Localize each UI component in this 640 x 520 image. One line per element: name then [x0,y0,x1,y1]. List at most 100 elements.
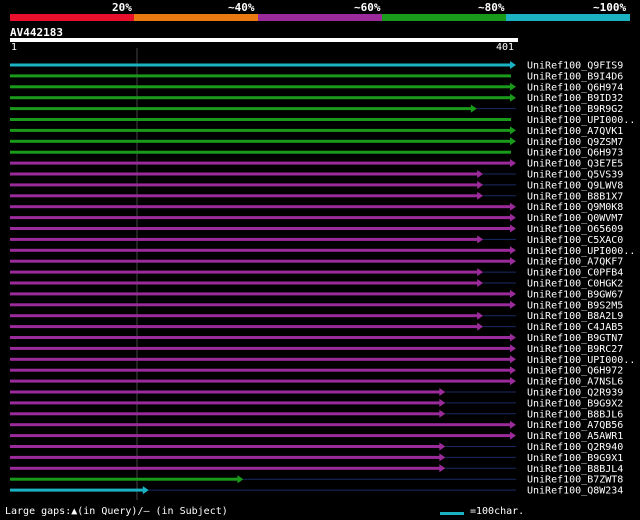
hit-label[interactable]: UniRef100_A7QB56 [527,420,623,431]
hit-label[interactable]: UniRef100_Q8W234 [527,486,623,497]
hit-arrow-icon [477,322,484,331]
hit-bar[interactable] [10,216,511,220]
hit-bar[interactable] [10,412,441,416]
hit-label[interactable]: UniRef100_B8A2L9 [527,311,623,322]
hit-label[interactable]: UniRef100_A7QVK1 [527,126,623,137]
hit-bar[interactable] [10,107,472,111]
hit-arrow-icon [439,442,446,451]
hit-bar[interactable] [10,183,479,187]
hit-label[interactable]: UniRef100_C0PFB4 [527,268,623,279]
hit-label[interactable]: UniRef100_Q6H972 [527,366,623,377]
hit-arrow-icon [510,61,516,69]
hit-label[interactable]: UniRef100_C0HGK2 [527,279,623,290]
hit-label[interactable]: UniRef100_UPI000.. [527,355,635,366]
hit-arrow-icon [510,246,516,255]
hit-label[interactable]: UniRef100_B8B1X7 [527,191,623,202]
hit-bar[interactable] [10,161,511,165]
hit-arrow-icon [510,300,516,309]
hit-arrow-icon [439,453,446,462]
hit-bar[interactable] [10,74,511,78]
hit-bar[interactable] [10,303,511,307]
hit-arrow-icon [510,420,516,429]
hit-label[interactable]: UniRef100_B7ZWT8 [527,475,623,486]
hit-label[interactable]: UniRef100_B8BJL6 [527,409,623,420]
hit-arrow-icon [142,486,149,495]
hit-arrow-icon [439,464,446,473]
hit-arrow-icon [510,224,516,233]
hit-label[interactable]: UniRef100_Q5VS39 [527,170,623,181]
hit-bar[interactable] [10,357,511,361]
hit-bar[interactable] [10,488,144,492]
hit-label[interactable]: UniRef100_B9I4D6 [527,71,623,82]
hit-bar[interactable] [10,423,511,427]
hit-bar[interactable] [10,85,511,89]
hit-label[interactable]: UniRef100_B9GW67 [527,289,623,300]
hit-label[interactable]: UniRef100_B9GTN7 [527,333,623,344]
hit-label[interactable]: UniRef100_UPI000.. [527,246,635,257]
hit-bar[interactable] [10,325,479,329]
hit-bar[interactable] [10,227,511,230]
hit-arrow-icon [470,104,477,113]
hit-arrow-icon [510,344,516,353]
hit-bar[interactable] [10,118,511,121]
hit-bar[interactable] [10,401,441,405]
hit-bar[interactable] [10,194,479,198]
hit-label[interactable]: UniRef100_A7NSL6 [527,377,623,388]
hit-bar[interactable] [10,379,511,383]
hit-label[interactable]: UniRef100_Q2R939 [527,388,623,399]
hit-bar[interactable] [10,128,511,132]
hit-label[interactable]: UniRef100_UPI000.. [527,115,635,126]
hit-bar[interactable] [10,96,511,100]
hit-label[interactable]: UniRef100_C4JAB5 [527,322,623,333]
hit-arrow-icon [510,355,516,364]
hit-label[interactable]: UniRef100_B9S2M5 [527,300,623,311]
hit-bar[interactable] [10,172,479,176]
hit-bar[interactable] [10,292,511,296]
hit-label[interactable]: UniRef100_A7QKF7 [527,257,623,268]
hit-bar[interactable] [10,455,441,459]
hit-label[interactable]: UniRef100_Q9ZSM7 [527,137,623,148]
hit-label[interactable]: UniRef100_Q6H973 [527,148,623,159]
hit-bar[interactable] [10,139,511,143]
hit-bar[interactable] [10,63,511,67]
hit-bar[interactable] [10,150,511,154]
hit-arrow-icon [510,126,516,135]
hit-label[interactable]: UniRef100_B9RC27 [527,344,623,355]
hit-label[interactable]: UniRef100_C5XAC0 [527,235,623,246]
hit-label[interactable]: UniRef100_Q6H974 [527,82,623,93]
hit-label[interactable]: UniRef100_Q9LWV8 [527,180,623,191]
hit-bar[interactable] [10,248,511,252]
hit-label[interactable]: UniRef100_B9G9X1 [527,453,623,464]
hit-bar[interactable] [10,445,441,448]
hit-bar[interactable] [10,259,511,263]
hit-arrow-icon [477,279,484,287]
hit-bar[interactable] [10,237,479,241]
hit-label[interactable]: UniRef100_B9G9X2 [527,398,623,409]
hit-label[interactable]: UniRef100_Q9FIS9 [527,61,623,72]
hit-bar[interactable] [10,205,511,209]
hit-arrow-icon [510,159,516,168]
hit-label[interactable]: UniRef100_O65609 [527,224,623,235]
scale-bar [440,512,464,515]
hit-bar[interactable] [10,346,511,350]
hit-bar[interactable] [10,390,441,394]
hit-label[interactable]: UniRef100_Q0WVM7 [527,213,623,224]
hit-arrow-icon [477,170,484,178]
hit-label[interactable]: UniRef100_Q9M0K8 [527,202,623,213]
hit-arrow-icon [477,180,484,189]
hit-label[interactable]: UniRef100_B9R9G2 [527,104,623,115]
hit-bar[interactable] [10,314,479,318]
hit-label[interactable]: UniRef100_B9ID32 [527,93,623,104]
hit-label[interactable]: UniRef100_A5AWR1 [527,431,623,442]
hit-bar[interactable] [10,281,479,285]
hit-bar[interactable] [10,477,239,481]
hit-bar[interactable] [10,434,511,438]
hit-label[interactable]: UniRef100_B8BJL4 [527,464,623,475]
hit-label[interactable]: UniRef100_Q3E7E5 [527,159,623,170]
scale-label: =100char. [470,506,525,517]
hit-bar[interactable] [10,466,441,470]
hit-bar[interactable] [10,368,511,372]
hit-bar[interactable] [10,336,511,339]
hit-label[interactable]: UniRef100_Q2R940 [527,442,623,453]
hit-bar[interactable] [10,270,479,274]
